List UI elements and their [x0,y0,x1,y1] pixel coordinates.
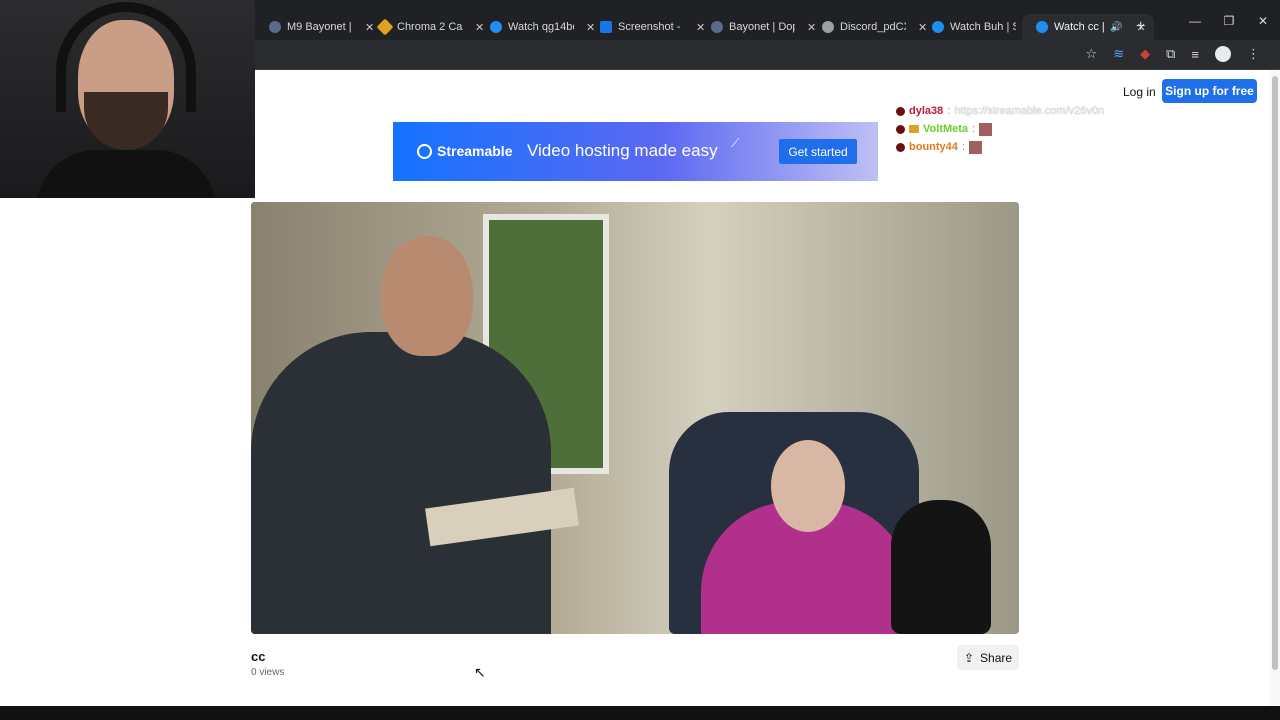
chat-username: bounty44 [909,141,958,153]
user-badge-icon [896,142,905,152]
sub-badge-icon [909,125,919,133]
streamable-favicon-icon [490,21,502,33]
streamable-favicon-icon [1036,21,1048,33]
extensions-puzzle-icon[interactable]: ⧉ [1166,46,1175,62]
tab-title: Screenshot - 7eSc [618,21,684,33]
view-count: 0 views [251,667,285,678]
new-tab-icon[interactable]: + [1136,18,1145,36]
get-started-button[interactable]: Get started [779,139,857,164]
webcam-overlay [0,0,255,198]
user-badge-icon [896,124,905,134]
mouse-cursor-icon: ↖ [474,664,486,680]
chat-separator: : [947,105,951,117]
browser-tab[interactable]: Chroma 2 Case Ke ✕ [365,14,492,40]
sparkle-icon: ⟋ [731,136,740,150]
video-player[interactable] [251,202,1019,634]
video-person-standing [251,332,551,634]
window-close-icon[interactable]: ✕ [1246,14,1280,28]
video-person-head [771,440,845,532]
chat-separator: : [961,141,965,153]
streamable-logo-icon [417,144,432,159]
tab-title: Bayonet | Dopple [729,21,795,33]
scrollbar-thumb[interactable] [1272,76,1278,670]
browser-tab[interactable]: Screenshot - 7eSc ✕ [586,14,713,40]
menu-kebab-icon[interactable]: ⋮ [1247,46,1260,62]
chat-username: dyla38 [909,105,944,117]
profile-avatar-icon[interactable] [1215,46,1231,62]
globe-icon [822,21,834,33]
tab-title: Discord_pdCXjrz [840,21,906,33]
chat-message: bounty44 : [896,138,1136,156]
streamable-favicon-icon [932,21,944,33]
browser-tab[interactable]: M9 Bayonet | Dop ✕ [255,14,382,40]
bookmark-star-icon[interactable]: ☆ [1086,46,1098,62]
speaker-icon[interactable]: 🔊 [1110,22,1122,33]
video-person-head [381,236,473,356]
video-dog [891,500,991,634]
chat-separator: : [972,123,976,135]
tab-title: Chroma 2 Case Ke [397,21,463,33]
tab-title: M9 Bayonet | Dop [287,21,353,33]
site-favicon-icon [269,21,281,33]
video-title: cc [251,649,266,664]
extension-shield-icon[interactable]: ◆ [1140,46,1150,62]
media-control-icon[interactable]: ≡ [1191,47,1199,62]
share-label: Share [980,650,1013,665]
stream-chat-overlay: dyla38 : https://streamable.com/v26v0n V… [896,102,1136,156]
toolbar-icons: ☆ ≋ ◆ ⧉ ≡ ⋮ [1086,46,1260,62]
login-link[interactable]: Log in [1123,85,1156,99]
extension-wave-icon[interactable]: ≋ [1113,46,1124,62]
share-icon: ⇪ [963,650,975,665]
user-badge-icon [896,106,905,116]
banner-tagline: Video hosting made easy [527,141,718,160]
browser-tab[interactable]: Watch qg14bo | S ✕ [476,14,603,40]
chat-message: VoltMeta : [896,120,1136,138]
tab-title: Watch qg14bo | S [508,21,574,33]
chat-message: dyla38 : https://streamable.com/v26v0n [896,102,1136,120]
site-favicon-icon [376,18,394,36]
restore-icon[interactable]: ❐ [1212,14,1246,28]
chat-emote-icon [979,122,993,136]
site-favicon-icon [711,21,723,33]
share-button[interactable]: ⇪ Share [957,645,1019,670]
bottom-strip [0,706,1280,720]
browser-tab-active[interactable]: Watch cc | Str 🔊 ✕ [1022,14,1154,40]
tab-title: Watch Buh | Strea [950,21,1016,33]
page-scrollbar[interactable] [1270,70,1280,708]
banner-brand: Streamable [437,143,513,159]
screenshot-favicon-icon [600,21,612,33]
browser-tab[interactable]: Bayonet | Dopple ✕ [697,14,824,40]
chat-username: VoltMeta [923,123,969,135]
tab-title: Watch cc | Str [1054,21,1104,33]
window-controls: — ❐ ✕ [1178,14,1280,28]
browser-tab[interactable]: Discord_pdCXjrz ✕ [808,14,935,40]
promo-banner[interactable]: Streamable Video hosting made easy ⟋ Get… [393,122,878,181]
minimize-icon[interactable]: — [1178,14,1212,28]
signup-button[interactable]: Sign up for free [1162,79,1257,103]
chat-emote-icon [968,140,982,154]
chat-text: https://streamable.com/v26v0n [954,105,1105,117]
